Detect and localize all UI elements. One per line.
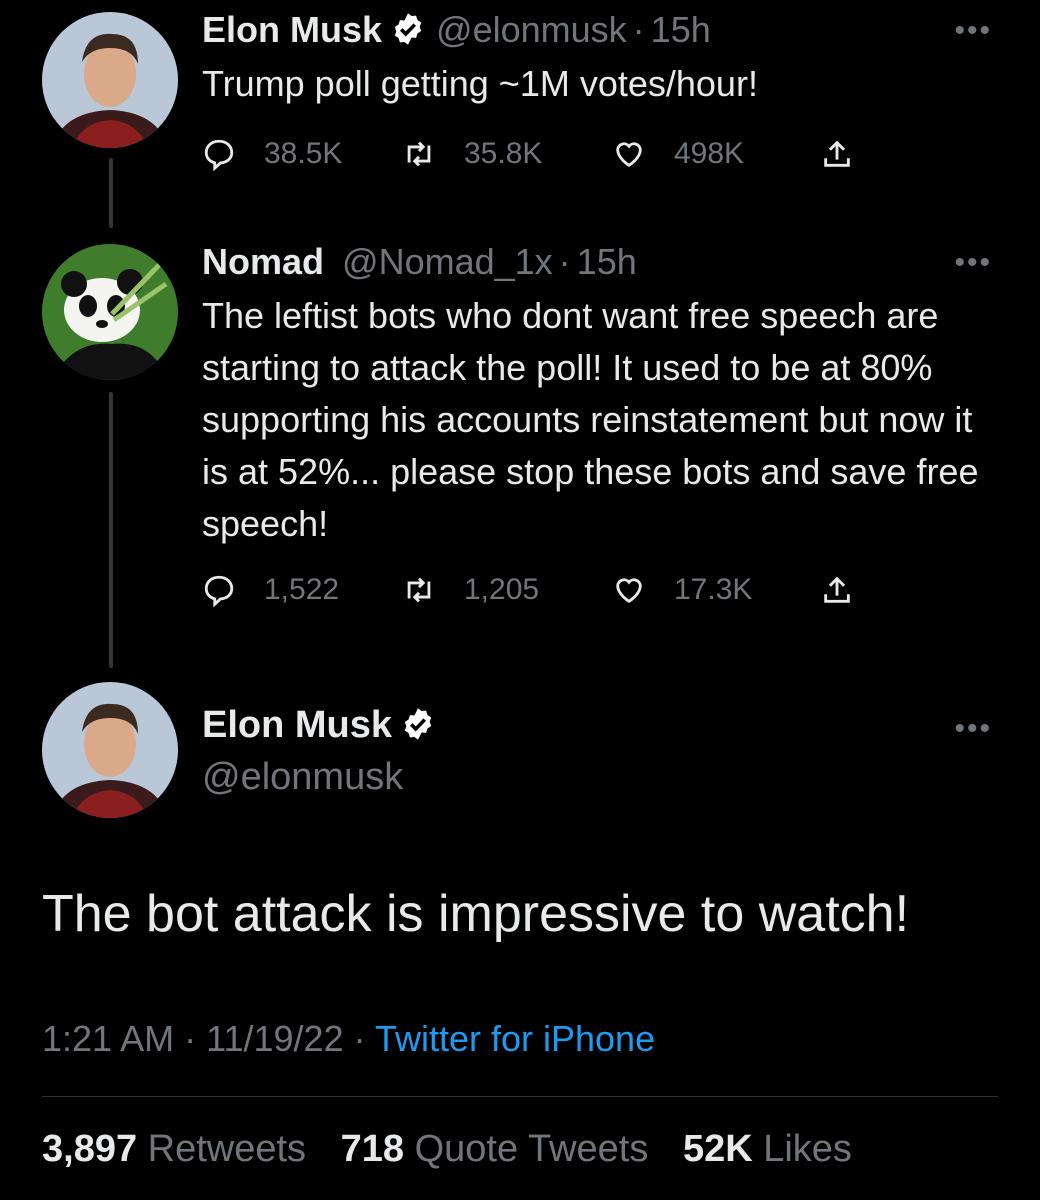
reply-icon — [204, 575, 234, 607]
tweet-source-link[interactable]: Twitter for iPhone — [375, 1018, 655, 1059]
reply-count: 38.5K — [264, 137, 343, 170]
thread-connector — [109, 158, 113, 228]
retweet-icon — [407, 141, 431, 167]
avatar[interactable] — [42, 12, 178, 148]
likes-stat[interactable]: 52K Likes — [683, 1128, 852, 1170]
like-button[interactable]: 498K — [612, 132, 744, 176]
tweet-time[interactable]: 1:21 AM — [42, 1018, 174, 1059]
thread-connector — [109, 392, 113, 668]
separator: · — [558, 241, 571, 282]
timestamp[interactable]: 15h — [651, 9, 711, 50]
reply-button[interactable]: 38.5K — [202, 132, 342, 176]
avatar[interactable] — [42, 244, 178, 380]
tweet-text: The bot attack is impressive to watch! — [42, 885, 910, 943]
reply-button[interactable]: 1,522 — [202, 568, 339, 612]
author-handle[interactable]: @elonmusk — [202, 756, 403, 799]
retweet-count: 35.8K — [464, 137, 543, 170]
author-handle[interactable]: @elonmusk — [436, 9, 627, 50]
like-icon — [616, 142, 642, 168]
quote-tweets-stat[interactable]: 718 Quote Tweets — [341, 1128, 649, 1170]
avatar[interactable] — [42, 682, 178, 818]
retweet-button[interactable]: 1,205 — [402, 568, 539, 612]
like-button[interactable]: 17.3K — [612, 568, 752, 612]
tweet-header: Elon Musk @elonmusk · 15h — [202, 8, 711, 52]
verified-badge-icon — [394, 13, 422, 45]
reply-icon — [204, 139, 234, 171]
retweets-count: 3,897 — [42, 1128, 138, 1170]
tweet-date[interactable]: 11/19/22 — [206, 1018, 343, 1059]
retweet-count: 1,205 — [464, 573, 540, 606]
separator: · — [632, 9, 645, 50]
share-icon — [824, 140, 850, 167]
retweet-icon — [407, 577, 431, 603]
avatar-image-elon — [42, 682, 178, 818]
avatar-image-panda — [42, 244, 178, 380]
engagement-stats: 3,897 Retweets 718 Quote Tweets 52K Like… — [42, 1128, 876, 1171]
quote-tweets-count: 718 — [340, 1128, 405, 1170]
author-name[interactable]: Nomad — [202, 241, 324, 282]
retweets-label: Retweets — [147, 1128, 307, 1170]
author-handle[interactable]: @Nomad_1x — [342, 241, 553, 282]
reply-count: 1,522 — [264, 573, 340, 606]
likes-count: 52K — [682, 1128, 753, 1170]
tweet-meta: 1:21 AM · 11/19/22 · Twitter for iPhone — [42, 1018, 655, 1060]
retweet-button[interactable]: 35.8K — [402, 132, 542, 176]
author-name[interactable]: Elon Musk — [202, 704, 436, 747]
tweet-text: Trump poll getting ~1M votes/hour! — [202, 63, 758, 104]
retweets-stat[interactable]: 3,897 Retweets — [42, 1128, 306, 1170]
author-name[interactable]: Elon Musk — [202, 9, 382, 50]
avatar-image-elon — [42, 12, 178, 148]
like-count: 498K — [674, 137, 745, 170]
tweet-text: The leftist bots who dont want free spee… — [202, 295, 979, 544]
share-button[interactable] — [820, 132, 882, 176]
divider — [42, 1096, 998, 1097]
timestamp[interactable]: 15h — [577, 241, 637, 282]
more-icon[interactable]: ••• — [954, 712, 992, 746]
separator: · — [184, 1018, 197, 1059]
author-name-text: Elon Musk — [202, 704, 393, 746]
tweet-header: Nomad @Nomad_1x · 15h — [202, 240, 637, 284]
separator: · — [353, 1018, 366, 1059]
share-button[interactable] — [820, 568, 882, 612]
share-icon — [824, 576, 850, 603]
verified-badge-icon — [404, 708, 432, 740]
like-count: 17.3K — [674, 573, 753, 606]
like-icon — [616, 578, 642, 604]
more-icon[interactable]: ••• — [954, 14, 992, 48]
quote-tweets-label: Quote Tweets — [414, 1128, 649, 1170]
more-icon[interactable]: ••• — [954, 246, 992, 280]
likes-label: Likes — [763, 1128, 852, 1170]
